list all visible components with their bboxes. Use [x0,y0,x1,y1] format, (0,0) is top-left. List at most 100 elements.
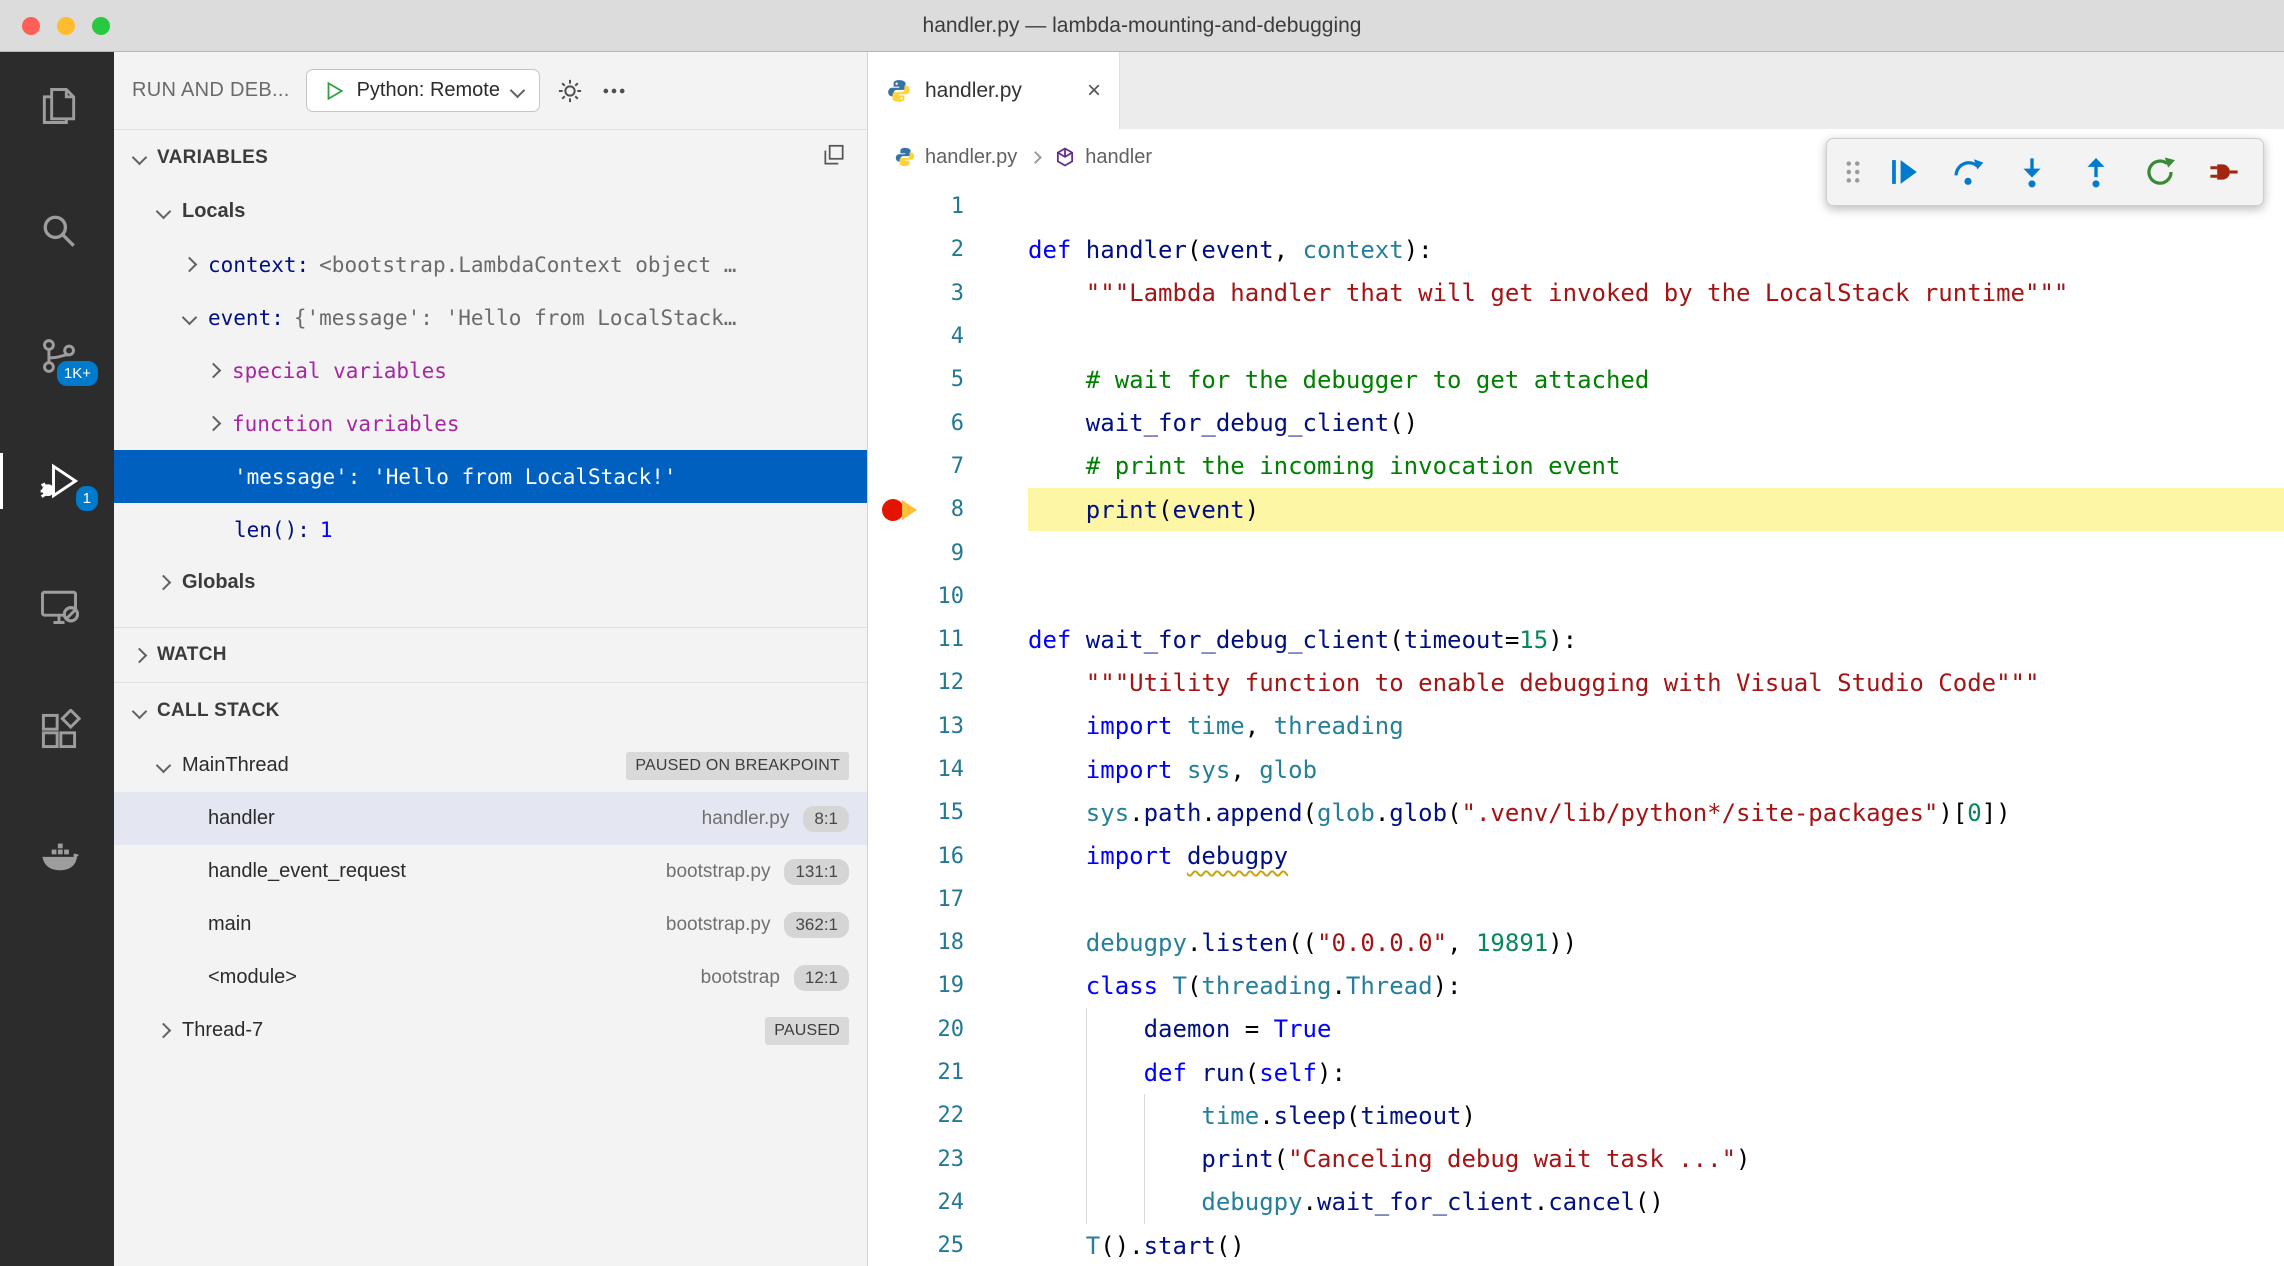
breakpoint-icon[interactable] [882,499,904,521]
activity-run-and-debug[interactable]: 1 [0,453,114,509]
scope-locals[interactable]: Locals [114,185,867,238]
variables-pane-header[interactable]: VARIABLES [114,129,867,185]
breadcrumb-symbol[interactable]: handler [1054,146,1152,169]
gutter[interactable]: 11 [868,618,1028,661]
activity-extensions[interactable] [0,703,114,759]
gutter[interactable]: 5 [868,358,1028,401]
more-actions-button[interactable] [600,77,628,105]
gutter[interactable]: 15 [868,791,1028,834]
call-stack-frame-main[interactable]: main bootstrap.py 362:1 [114,898,867,951]
code-editor[interactable]: 12def handler(event, context):3 """Lambd… [868,185,2284,1266]
code-text[interactable]: T().start() [1028,1224,2284,1266]
code-text[interactable]: """Utility function to enable debugging … [1028,661,2284,704]
gutter[interactable]: 9 [868,531,1028,574]
frame-position-badge: 131:1 [784,859,849,885]
code-text[interactable]: def run(self): [1028,1051,2284,1094]
code-text[interactable]: # print the incoming invocation event [1028,445,2284,488]
gutter[interactable]: 18 [868,921,1028,964]
gutter[interactable]: 7 [868,445,1028,488]
gutter[interactable]: 19 [868,964,1028,1007]
debug-config-dropdown[interactable]: Python: Remote [306,69,540,112]
variable-row-len[interactable]: len(): 1 [114,503,867,556]
chevron-right-icon [156,1023,172,1039]
variable-row-special-variables[interactable]: special variables [114,344,867,397]
step-into-button[interactable] [2005,147,2059,197]
start-debugging-icon[interactable] [323,80,345,102]
variable-row-event[interactable]: event: {'message': 'Hello from LocalStac… [114,291,867,344]
debug-settings-button[interactable] [556,77,584,105]
code-text[interactable]: def handler(event, context): [1028,228,2284,271]
gutter[interactable]: 13 [868,705,1028,748]
code-text[interactable]: """Lambda handler that will get invoked … [1028,272,2284,315]
activity-explorer[interactable] [0,78,114,134]
gutter[interactable]: 21 [868,1051,1028,1094]
code-text[interactable]: daemon = True [1028,1008,2284,1051]
code-text[interactable]: time.sleep(timeout) [1028,1094,2284,1137]
collapse-variables-button[interactable] [821,142,847,174]
restart-button[interactable] [2133,147,2187,197]
code-line: 2def handler(event, context): [868,228,2284,271]
code-text[interactable] [1028,315,2284,358]
chevron-right-icon [156,575,172,591]
activity-docker[interactable] [0,828,114,884]
code-text[interactable]: import debugpy [1028,834,2284,877]
gutter[interactable]: 10 [868,575,1028,618]
code-text[interactable]: import sys, glob [1028,748,2284,791]
gutter[interactable]: 23 [868,1138,1028,1181]
gutter[interactable]: 22 [868,1094,1028,1137]
breadcrumb-file[interactable]: handler.py [894,146,1017,169]
toolbar-drag-handle[interactable] [1839,147,1867,197]
watch-pane-header[interactable]: WATCH [114,627,867,683]
gutter[interactable]: 14 [868,748,1028,791]
gutter[interactable]: 17 [868,878,1028,921]
code-text[interactable]: wait_for_debug_client() [1028,401,2284,444]
gutter[interactable]: 8 [868,488,1028,531]
code-text[interactable]: import time, threading [1028,705,2284,748]
code-text[interactable] [1028,878,2284,921]
gutter[interactable]: 4 [868,315,1028,358]
gutter[interactable]: 12 [868,661,1028,704]
disconnect-button[interactable] [2197,147,2251,197]
step-out-button[interactable] [2069,147,2123,197]
code-text[interactable]: print("Canceling debug wait task ...") [1028,1138,2284,1181]
gutter[interactable]: 3 [868,272,1028,315]
code-text[interactable] [1028,575,2284,618]
gutter[interactable]: 6 [868,401,1028,444]
code-text[interactable]: debugpy.wait_for_client.cancel() [1028,1181,2284,1224]
activity-search[interactable] [0,203,114,259]
gutter[interactable]: 2 [868,228,1028,271]
step-over-button[interactable] [1941,147,1995,197]
gutter[interactable]: 20 [868,1008,1028,1051]
run-and-debug-sidebar: RUN AND DEB... Python: Remote [114,52,868,1266]
scope-globals[interactable]: Globals [114,556,867,609]
variable-row-message-selected[interactable]: 'message': 'Hello from LocalStack!' [114,450,867,503]
code-text[interactable]: print(event) [1028,488,2284,531]
call-stack-frame-handler[interactable]: handler handler.py 8:1 [114,792,867,845]
gutter[interactable]: 25 [868,1224,1028,1266]
code-text[interactable]: class T(threading.Thread): [1028,964,2284,1007]
code-text[interactable] [1028,531,2284,574]
line-number: 1 [951,194,964,219]
call-stack-thread-main[interactable]: MainThread PAUSED ON BREAKPOINT [114,739,867,792]
call-stack-frame-handle-event-request[interactable]: handle_event_request bootstrap.py 131:1 [114,845,867,898]
tab-label: handler.py [925,79,1022,103]
tab-handler-py[interactable]: handler.py × [868,52,1120,129]
call-stack-thread-7[interactable]: Thread-7 PAUSED [114,1004,867,1057]
call-stack-pane-header[interactable]: CALL STACK [114,683,867,739]
call-stack-frame-module[interactable]: <module> bootstrap 12:1 [114,951,867,1004]
line-number: 3 [951,281,964,306]
code-text[interactable]: # wait for the debugger to get attached [1028,358,2284,401]
gutter[interactable]: 24 [868,1181,1028,1224]
sidebar-title: RUN AND DEB... [132,79,290,102]
variable-row-context[interactable]: context: <bootstrap.LambdaContext object… [114,238,867,291]
activity-remote-explorer[interactable] [0,578,114,634]
close-tab-icon[interactable]: × [1087,77,1101,105]
continue-button[interactable] [1877,147,1931,197]
variable-row-function-variables[interactable]: function variables [114,397,867,450]
activity-source-control[interactable]: 1K+ [0,328,114,384]
gutter[interactable]: 1 [868,185,1028,228]
gutter[interactable]: 16 [868,834,1028,877]
code-text[interactable]: debugpy.listen(("0.0.0.0", 19891)) [1028,921,2284,964]
code-text[interactable]: def wait_for_debug_client(timeout=15): [1028,618,2284,661]
code-text[interactable]: sys.path.append(glob.glob(".venv/lib/pyt… [1028,791,2284,834]
